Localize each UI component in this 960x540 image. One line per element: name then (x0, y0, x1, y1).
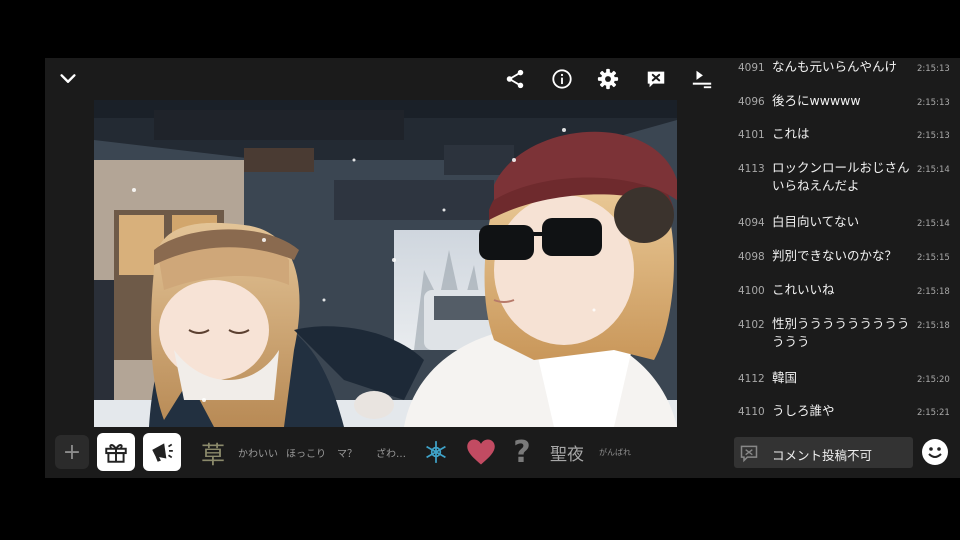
comment-text: ロックンロールおじさんいらねえんだよ (772, 160, 910, 193)
comment-text: これは (772, 126, 810, 141)
emoji-button[interactable] (921, 438, 949, 466)
add-reaction-button[interactable]: + (55, 435, 89, 469)
comment-time: 2:15:14 (917, 165, 950, 175)
comment-number: 4113 (738, 163, 765, 175)
comment-post-box[interactable]: コメント投稿不可 (734, 437, 913, 468)
comment-off-icon (647, 71, 665, 88)
settings-button[interactable] (593, 64, 623, 94)
comment-number: 4098 (738, 251, 765, 263)
share-button[interactable] (500, 64, 530, 94)
queue-icon (692, 70, 712, 89)
comment-time: 2:15:21 (917, 408, 950, 418)
reaction-ganbare[interactable]: がんばれ (593, 431, 637, 473)
comment-time: 2:15:13 (917, 98, 950, 108)
reaction-seiya[interactable]: 聖夜 (547, 431, 587, 473)
snowflake-icon (426, 441, 446, 463)
reaction-label: 聖夜 (550, 444, 584, 465)
share-icon (506, 69, 524, 89)
megaphone-icon (152, 443, 173, 462)
comment-text: 白目向いてない (772, 214, 860, 229)
hide-comments-button[interactable] (641, 64, 671, 94)
comment-post-label: コメント投稿不可 (772, 448, 873, 463)
megaphone-button[interactable] (143, 433, 181, 471)
reaction-kusa[interactable]: 草 (196, 431, 230, 473)
comment-text: これいいね (772, 282, 835, 297)
comment-number: 4102 (738, 319, 765, 331)
gift-icon (105, 444, 127, 463)
info-icon (552, 69, 572, 89)
reaction-label: ざわ… (376, 448, 406, 460)
smiley-icon (922, 439, 948, 465)
gift-button[interactable] (97, 433, 135, 471)
reaction-kawaii[interactable]: かわいい (238, 431, 278, 473)
comment-time: 2:15:20 (917, 375, 950, 385)
comment-number: 4100 (738, 285, 765, 297)
chevron-down-icon (60, 74, 76, 83)
reaction-snowflake[interactable] (419, 431, 453, 473)
plus-icon: + (62, 439, 82, 465)
comment-text: 判別できないのかな？ (772, 248, 898, 263)
comment-time: 2:15:18 (917, 321, 950, 331)
comment-time: 2:15:13 (917, 131, 950, 141)
comment-number: 4096 (738, 96, 765, 108)
reaction-heart[interactable] (463, 431, 499, 473)
reaction-label: 草 (201, 440, 225, 469)
reaction-zawa[interactable]: ざわ… (371, 431, 411, 473)
comment-text: 韓国 (772, 370, 798, 385)
comment-number: 4101 (738, 129, 765, 141)
comment-disabled-icon (740, 445, 758, 463)
reaction-label: マ？ (337, 448, 357, 460)
comment-time: 2:15:18 (917, 287, 950, 297)
comment-text: 後ろにwwwww (772, 93, 861, 108)
comment-list[interactable]: 4091 なんも元いらんやんけ 2:15:13 4096 後ろにwwwww 2:… (722, 58, 960, 430)
reaction-bar: + 草 かわいい ほっこり マ？ ざわ… ? 聖夜 がんばれ (53, 431, 687, 473)
reaction-label: かわいい (238, 448, 278, 460)
reaction-hokkori[interactable]: ほっこり (285, 431, 327, 473)
comment-text: なんも元いらんやんけ (772, 59, 898, 74)
info-button[interactable] (547, 64, 577, 94)
video-player[interactable] (94, 100, 677, 427)
comment-text: 性別うううううううううううう (772, 316, 910, 349)
comment-text: うしろ誰や (772, 403, 835, 418)
comment-number: 4091 (738, 62, 765, 74)
heart-icon (467, 439, 495, 465)
gear-icon (597, 68, 619, 90)
player-app: + 草 かわいい ほっこり マ？ ざわ… ? 聖夜 がんばれ 4091 なんも元… (45, 58, 960, 478)
comment-number: 4110 (738, 406, 765, 418)
comment-time: 2:15:14 (917, 219, 950, 229)
reaction-label: がんばれ (599, 447, 631, 457)
comment-number: 4094 (738, 217, 765, 229)
comment-time: 2:15:13 (917, 64, 950, 74)
collapse-button[interactable] (53, 64, 83, 94)
reaction-question[interactable]: ? (507, 431, 537, 473)
video-frame (94, 100, 677, 427)
comment-time: 2:15:15 (917, 253, 950, 263)
question-icon: ? (513, 434, 531, 470)
comment-number: 4112 (738, 373, 765, 385)
reaction-label: ほっこり (286, 448, 326, 460)
reaction-ma[interactable]: マ？ (331, 431, 363, 473)
queue-button[interactable] (687, 64, 717, 94)
